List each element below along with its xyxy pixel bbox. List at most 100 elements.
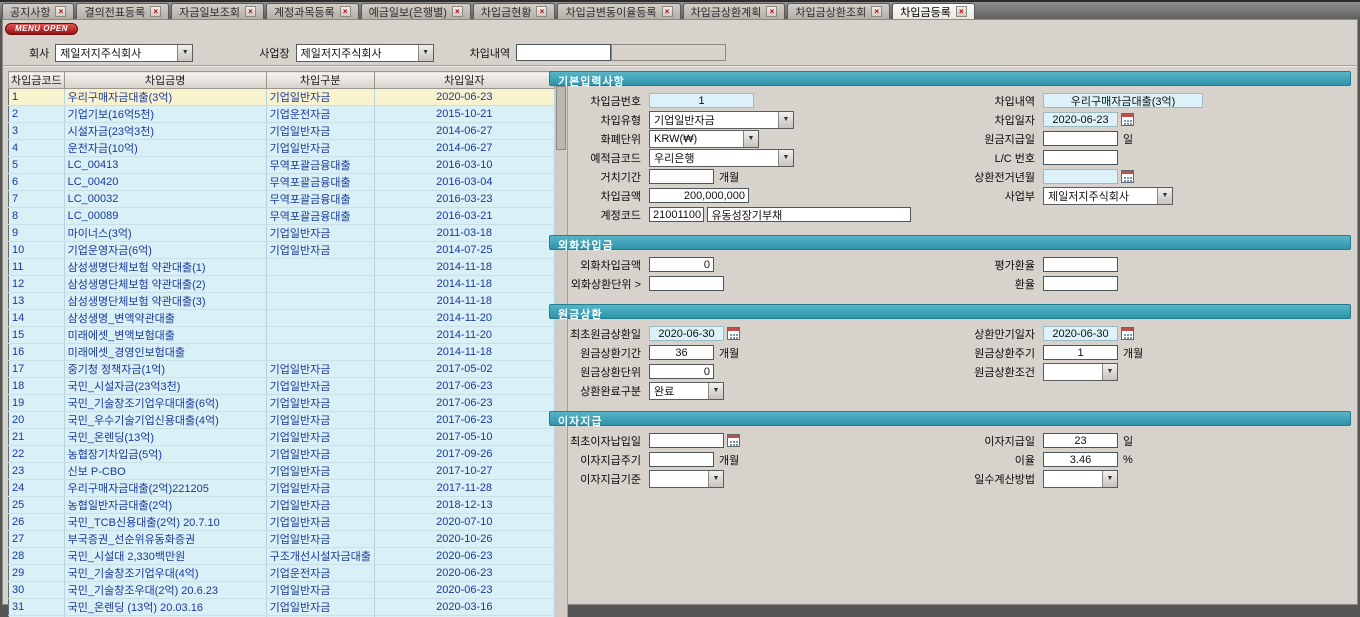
loan-row[interactable]: 1우리구매자금대출(3억)기업일반자금2020-06-23	[9, 89, 555, 106]
tab-close-icon[interactable]: ×	[452, 6, 463, 17]
tab-결의전표등록[interactable]: 결의전표등록×	[76, 3, 169, 19]
loan-cell[interactable]: 기업일반자금	[266, 361, 374, 378]
loan-cell[interactable]: 9	[9, 225, 65, 242]
loan-cell[interactable]	[266, 259, 374, 276]
loan-cell[interactable]: 미래에셋_변액보험대출	[64, 327, 266, 344]
loan-row[interactable]: 5LC_00413무역포괄금융대출2016-03-10	[9, 157, 555, 174]
loan-cell[interactable]: 2017-11-28	[374, 480, 554, 497]
loan-cell[interactable]: 삼성생명단체보험 약관대출(2)	[64, 276, 266, 293]
first-interest-date-field[interactable]	[649, 433, 724, 448]
loan-cell[interactable]: 2014-11-18	[374, 293, 554, 310]
loan-cell[interactable]: 2014-11-18	[374, 276, 554, 293]
loan-cell[interactable]: 기업일반자금	[266, 378, 374, 395]
fx-amount-field[interactable]: 0	[649, 257, 714, 272]
interest-cycle-field[interactable]	[649, 452, 714, 467]
loan-cell[interactable]: 구조개선시설자금대출	[266, 548, 374, 565]
repay-unit-field[interactable]: 0	[649, 364, 714, 379]
tab-자금일보조회[interactable]: 자금일보조회×	[171, 3, 264, 19]
tab-close-icon[interactable]: ×	[956, 6, 967, 17]
loan-row[interactable]: 18국민_시설자금(23억3천)기업일반자금2017-06-23	[9, 378, 555, 395]
day-count-select[interactable]: ▼	[1043, 470, 1118, 488]
loan-cell[interactable]: 2014-11-20	[374, 310, 554, 327]
loan-cell[interactable]: 2017-06-23	[374, 378, 554, 395]
loan-cell[interactable]	[266, 276, 374, 293]
deposit-code-select[interactable]: 우리은행 ▼	[649, 149, 794, 167]
loan-row[interactable]: 6LC_00420무역포괄금융대출2016-03-04	[9, 174, 555, 191]
loan-cell[interactable]: 2020-06-23	[374, 89, 554, 106]
calendar-icon[interactable]	[727, 434, 740, 447]
loan-cell[interactable]: 10	[9, 242, 65, 259]
loan-cell[interactable]: 27	[9, 531, 65, 548]
loan-row[interactable]: 7LC_00032무역포괄금융대출2016-03-23	[9, 191, 555, 208]
loan-cell[interactable]	[266, 344, 374, 361]
loan-row[interactable]: 28국민_시설대 2,330백만원구조개선시설자금대출2020-06-23	[9, 548, 555, 565]
loan-row[interactable]: 16미래에셋_경영인보험대출2014-11-18	[9, 344, 555, 361]
loan-row[interactable]: 29국민_기술창조기업우대(4억)기업운전자금2020-06-23	[9, 565, 555, 582]
loan-row[interactable]: 17중기청 정책자금(1억)기업일반자금2017-05-02	[9, 361, 555, 378]
loan-cell[interactable]: 2020-10-26	[374, 531, 554, 548]
tab-close-icon[interactable]: ×	[340, 6, 351, 17]
loan-desc-filter-input[interactable]	[516, 44, 611, 61]
loan-row[interactable]: 22농협장기차입금(5억)기업일반자금2017-09-26	[9, 446, 555, 463]
loan-row[interactable]: 9마이너스(3억)기업일반자금2011-03-18	[9, 225, 555, 242]
loan-cell[interactable]: 운전자금(10억)	[64, 140, 266, 157]
repay-cycle-field[interactable]: 1	[1043, 345, 1118, 360]
loan-cell[interactable]: 24	[9, 480, 65, 497]
loan-cell[interactable]: 국민_시설자금(23억3천)	[64, 378, 266, 395]
loan-row[interactable]: 15미래에셋_변액보험대출2014-11-20	[9, 327, 555, 344]
loan-cell[interactable]: 2014-06-27	[374, 140, 554, 157]
eval-rate-field[interactable]	[1043, 257, 1118, 272]
loan-cell[interactable]: 기업일반자금	[266, 395, 374, 412]
loan-cell[interactable]: 2017-05-02	[374, 361, 554, 378]
col-header-loan-date[interactable]: 차입일자	[374, 72, 554, 89]
loan-cell[interactable]: 2014-11-20	[374, 327, 554, 344]
loan-row[interactable]: 14삼성생명_변액약관대출2014-11-20	[9, 310, 555, 327]
interest-rate-field[interactable]: 3.46	[1043, 452, 1118, 467]
business-unit-select[interactable]: 제일저지주식회사 ▼	[1043, 187, 1173, 205]
loan-cell[interactable]: 기업일반자금	[266, 463, 374, 480]
tab-예금일보(은행별)[interactable]: 예금일보(은행별)×	[361, 3, 471, 19]
loan-row[interactable]: 12삼성생명단체보험 약관대출(2)2014-11-18	[9, 276, 555, 293]
calendar-icon[interactable]	[1121, 113, 1134, 126]
loan-cell[interactable]: 미래에셋_경영인보험대출	[64, 344, 266, 361]
loan-row[interactable]: 25농협일반자금대출(2억)기업일반자금2018-12-13	[9, 497, 555, 514]
tab-공지사항[interactable]: 공지사항×	[2, 3, 74, 19]
tab-계정과목등록[interactable]: 계정과목등록×	[266, 3, 359, 19]
loan-row[interactable]: 8LC_00089무역포괄금융대출2016-03-21	[9, 208, 555, 225]
tab-close-icon[interactable]: ×	[536, 6, 547, 17]
loan-cell[interactable]: 2014-11-18	[374, 259, 554, 276]
loan-cell[interactable]: 11	[9, 259, 65, 276]
loan-cell[interactable]: LC_00089	[64, 208, 266, 225]
loan-cell[interactable]: 신보 P-CBO	[64, 463, 266, 480]
loan-cell[interactable]	[266, 293, 374, 310]
col-header-loan-code[interactable]: 차입금코드	[9, 72, 65, 89]
repay-period-field[interactable]: 36	[649, 345, 714, 360]
loan-cell[interactable]: 6	[9, 174, 65, 191]
loan-cell[interactable]: 기업일반자금	[266, 446, 374, 463]
loan-no-field[interactable]: 1	[649, 93, 754, 108]
loan-cell[interactable]: 17	[9, 361, 65, 378]
loan-cell[interactable]: 국민_기술창조우대(2억) 20.6.23	[64, 582, 266, 599]
loan-cell[interactable]: 2017-06-23	[374, 412, 554, 429]
tab-차입금등록[interactable]: 차입금등록×	[892, 3, 975, 19]
loan-cell[interactable]: 22	[9, 446, 65, 463]
loan-row[interactable]: 30국민_기술창조우대(2억) 20.6.23기업일반자금2020-06-23	[9, 582, 555, 599]
tab-차입금현황[interactable]: 차입금현황×	[473, 3, 556, 19]
loan-cell[interactable]: 무역포괄금융대출	[266, 157, 374, 174]
loan-cell[interactable]: 2020-06-23	[374, 565, 554, 582]
loan-row[interactable]: 13삼성생명단체보험 약관대출(3)2014-11-18	[9, 293, 555, 310]
loan-cell[interactable]: 5	[9, 157, 65, 174]
loan-row[interactable]: 26국민_TCB신용대출(2억) 20.7.10기업일반자금2020-07-10	[9, 514, 555, 531]
loan-cell[interactable]: 무역포괄금융대출	[266, 191, 374, 208]
loan-cell[interactable]: 우리구매자금대출(2억)221205	[64, 480, 266, 497]
loan-cell[interactable]: 25	[9, 497, 65, 514]
loan-row[interactable]: 31국민_온렌딩 (13억) 20.03.16기업일반자금2020-03-16	[9, 599, 555, 616]
loan-cell[interactable]: 2020-07-10	[374, 514, 554, 531]
pre-repay-ym-field[interactable]	[1043, 169, 1118, 184]
first-principal-date-field[interactable]: 2020-06-30	[649, 326, 724, 341]
loan-cell[interactable]: 시설자금(23억3천)	[64, 123, 266, 140]
interest-pay-day-field[interactable]: 23	[1043, 433, 1118, 448]
repay-complete-select[interactable]: 완료 ▼	[649, 382, 724, 400]
loan-cell[interactable]: 21	[9, 429, 65, 446]
loan-desc-field[interactable]: 우리구매자금대출(3억)	[1043, 93, 1203, 108]
